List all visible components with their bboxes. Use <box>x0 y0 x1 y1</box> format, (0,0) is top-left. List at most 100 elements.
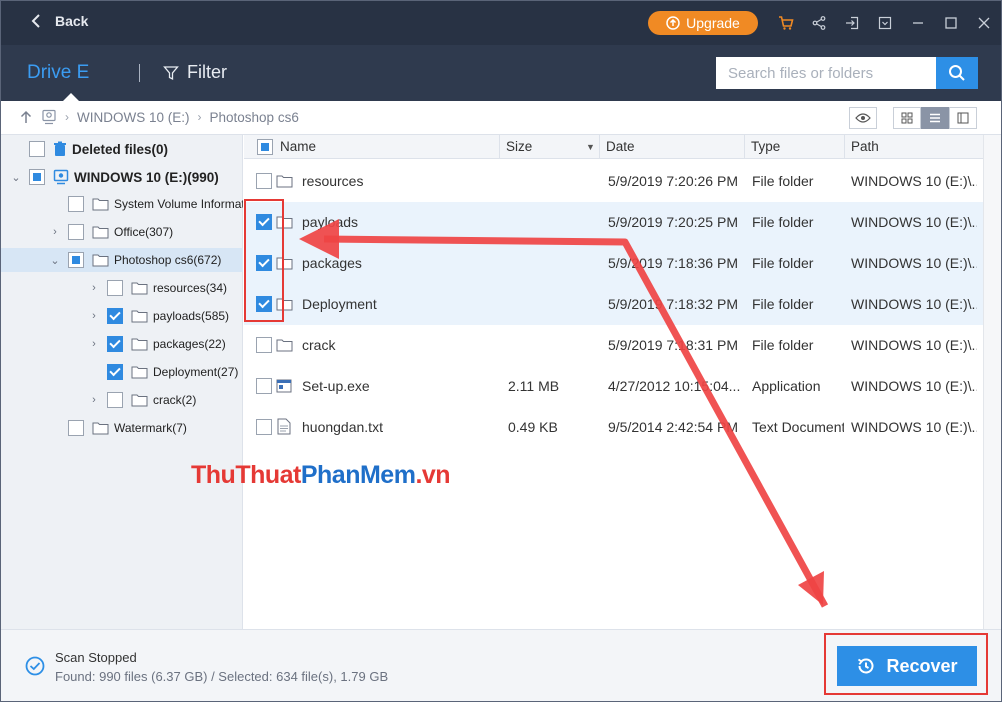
checkbox[interactable] <box>107 392 123 408</box>
checkbox[interactable] <box>107 336 123 352</box>
file-type: Text Document <box>752 419 844 435</box>
tree-node-photoshop[interactable]: ⌄ Photoshop cs6(672) <box>1 248 243 272</box>
cart-icon[interactable] <box>775 11 797 35</box>
checkbox[interactable] <box>68 224 84 240</box>
login-icon[interactable] <box>841 11 863 35</box>
row-checkbox[interactable] <box>256 419 272 435</box>
check-circle-icon <box>25 656 45 679</box>
file-name: packages <box>302 255 362 271</box>
tree-node-watermark[interactable]: Watermark(7) <box>1 416 243 440</box>
checkbox[interactable] <box>29 141 45 157</box>
table-row[interactable]: Deployment 5/9/2019 7:18:32 PM File fold… <box>244 284 983 325</box>
breadcrumb-separator: › <box>65 110 69 124</box>
column-header-size[interactable]: Size ▼ <box>499 135 599 159</box>
chevron-right-icon[interactable]: › <box>87 282 101 294</box>
column-header-date[interactable]: Date <box>599 135 744 159</box>
vertical-scrollbar[interactable] <box>983 135 1001 629</box>
upgrade-button[interactable]: Upgrade <box>648 11 758 35</box>
application-icon <box>276 378 292 397</box>
checkbox[interactable] <box>107 364 123 380</box>
folder-icon <box>131 337 148 351</box>
file-path: WINDOWS 10 (E:)\... <box>851 173 977 189</box>
column-header-type[interactable]: Type <box>744 135 844 159</box>
table-row[interactable]: Set-up.exe 2.11 MB 4/27/2012 10:15:04...… <box>244 366 983 407</box>
file-type: File folder <box>752 173 814 189</box>
row-checkbox[interactable] <box>256 296 272 312</box>
checkbox[interactable] <box>68 252 84 268</box>
tree-node-deployment[interactable]: Deployment(27) <box>1 360 243 384</box>
detail-view-button[interactable] <box>949 107 977 129</box>
table-header: Name Size ▼ Date Type Path <box>244 135 983 159</box>
folder-icon <box>92 225 109 239</box>
tree-node-drive[interactable]: ⌄ WINDOWS 10 (E:)(990) <box>1 165 243 189</box>
tree-node-label: Watermark(7) <box>114 421 187 435</box>
row-checkbox[interactable] <box>256 378 272 394</box>
chevron-right-icon[interactable]: › <box>48 226 62 238</box>
table-row[interactable]: payloads 5/9/2019 7:20:25 PM File folder… <box>244 202 983 243</box>
file-type: File folder <box>752 214 814 230</box>
column-header-path[interactable]: Path <box>844 135 983 159</box>
breadcrumb-item-drive[interactable]: WINDOWS 10 (E:) <box>77 110 190 125</box>
folder-icon <box>131 309 148 323</box>
search-button[interactable] <box>936 57 978 89</box>
menu-dropdown-icon[interactable] <box>874 11 896 35</box>
folder-icon <box>276 256 293 273</box>
checkbox[interactable] <box>68 196 84 212</box>
close-icon[interactable] <box>973 11 995 35</box>
column-header-name[interactable]: Name <box>274 135 499 159</box>
grid-view-button[interactable] <box>893 107 921 129</box>
recover-button[interactable]: Recover <box>837 646 977 686</box>
tree-node-label: System Volume Information <box>114 197 243 211</box>
row-checkbox[interactable] <box>256 173 272 189</box>
row-checkbox[interactable] <box>256 255 272 271</box>
breadcrumb-separator: › <box>197 110 202 124</box>
file-type: File folder <box>752 337 814 353</box>
preview-button[interactable] <box>849 107 877 129</box>
list-view-button[interactable] <box>921 107 949 129</box>
tree-node-label: Deployment(27) <box>153 365 239 379</box>
table-row[interactable]: packages 5/9/2019 7:18:36 PM File folder… <box>244 243 983 284</box>
back-button[interactable]: Back <box>31 13 88 29</box>
folder-icon <box>276 174 293 191</box>
file-name: huongdan.txt <box>302 419 383 435</box>
file-path: WINDOWS 10 (E:)\... <box>851 378 977 394</box>
recover-label: Recover <box>886 655 958 676</box>
checkbox[interactable] <box>68 420 84 436</box>
arrow-up-icon[interactable] <box>19 110 33 124</box>
tree-node-packages[interactable]: › packages(22) <box>1 332 243 356</box>
breadcrumb-item-folder[interactable]: Photoshop cs6 <box>210 110 299 125</box>
table-row[interactable]: resources 5/9/2019 7:20:26 PM File folde… <box>244 161 983 202</box>
select-all-checkbox[interactable] <box>257 139 273 155</box>
sort-desc-icon[interactable]: ▼ <box>586 135 595 159</box>
checkbox[interactable] <box>29 169 45 185</box>
maximize-icon[interactable] <box>940 11 962 35</box>
table-row[interactable]: crack 5/9/2019 7:18:31 PM File folder WI… <box>244 325 983 366</box>
tree-node-resources[interactable]: › resources(34) <box>1 276 243 300</box>
chevron-right-icon[interactable]: › <box>87 310 101 322</box>
chevron-down-icon[interactable]: ⌄ <box>9 171 23 184</box>
row-checkbox[interactable] <box>256 214 272 230</box>
table-row[interactable]: huongdan.txt 0.49 KB 9/5/2014 2:42:54 PM… <box>244 407 983 448</box>
checkbox[interactable] <box>107 280 123 296</box>
file-date: 5/9/2019 7:20:25 PM <box>608 214 738 230</box>
minimize-icon[interactable] <box>907 11 929 35</box>
filter-button[interactable]: Filter <box>163 62 227 83</box>
share-icon[interactable] <box>808 11 830 35</box>
tree-node-label: Office(307) <box>114 225 174 239</box>
tree-node-payloads[interactable]: › payloads(585) <box>1 304 243 328</box>
chevron-right-icon[interactable]: › <box>87 338 101 350</box>
search-input[interactable] <box>716 57 936 89</box>
file-path: WINDOWS 10 (E:)\... <box>851 255 977 271</box>
tree-node-label: resources(34) <box>153 281 228 295</box>
chevron-right-icon[interactable]: › <box>87 394 101 406</box>
tree-node-crack[interactable]: › crack(2) <box>1 388 243 412</box>
tree-node-office[interactable]: › Office(307) <box>1 220 243 244</box>
checkbox[interactable] <box>107 308 123 324</box>
folder-icon <box>92 253 109 267</box>
file-size: 0.49 KB <box>508 419 558 435</box>
tree-node-system-volume[interactable]: System Volume Information <box>1 192 243 216</box>
chevron-down-icon[interactable]: ⌄ <box>48 254 62 267</box>
tree-node-label: WINDOWS 10 (E:)(990) <box>74 169 219 185</box>
tree-node-deleted-files[interactable]: Deleted files(0) <box>1 137 243 161</box>
row-checkbox[interactable] <box>256 337 272 353</box>
